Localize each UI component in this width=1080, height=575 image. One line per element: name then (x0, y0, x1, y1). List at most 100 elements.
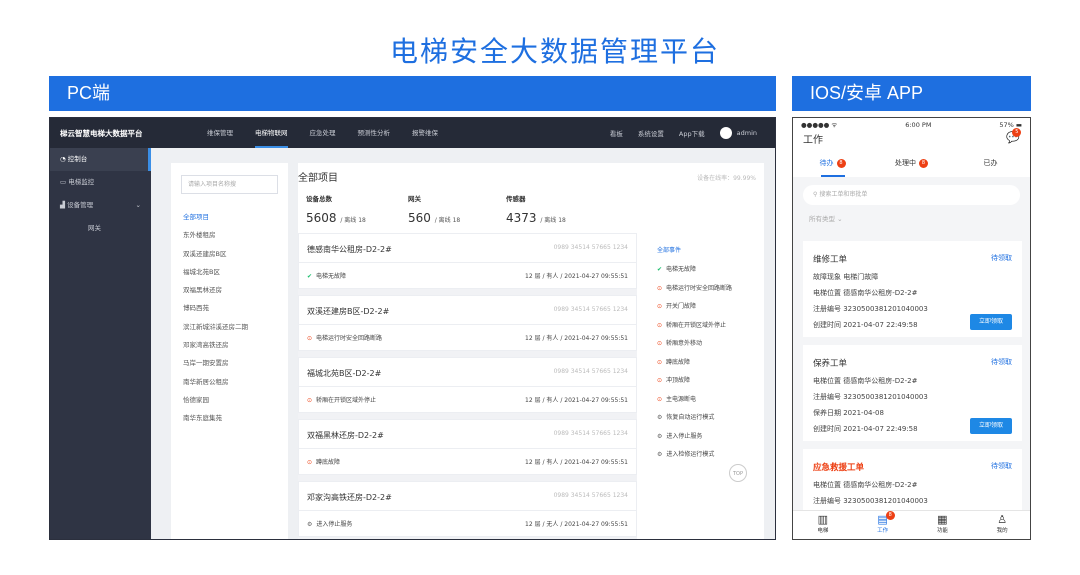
tab-done[interactable]: 已办 (951, 149, 1030, 177)
elevator-card[interactable]: 双溪还建房B区-D2-2# 0989 34514 57665 1234 ⊙ 电梯运… (298, 295, 637, 351)
project-item[interactable]: 双溪还建房B区 (171, 245, 288, 263)
work-order-card[interactable]: 保养工单 待领取 电梯位置 德感南华公租房-D2-2# 注册编号 3230500… (803, 345, 1022, 441)
elevator-card[interactable]: 双福黑林还房-D2-2# 0989 34514 57665 1234 ⊙ 蹲底故障… (298, 419, 637, 475)
elevator-card[interactable]: 福城北苑B区-D2-2# 0989 34514 57665 1234 ⊙ 轿厢在开… (298, 357, 637, 413)
project-item[interactable]: 福城北苑B区 (171, 263, 288, 281)
sidebar-item-monitor[interactable]: ▭ 电梯监控 (50, 171, 151, 194)
pc-band: PC端 (49, 76, 776, 111)
top-nav-bar: 梯云智慧电梯大数据平台 维保管理 电梯物联网 应急处理 预测性分析 报警维保 看… (50, 118, 775, 148)
event-item[interactable]: ⚙ 恢复自动运行模式 (647, 409, 764, 428)
chevron-down-icon: ⌄ (837, 215, 843, 223)
claim-link[interactable]: 待领取 (991, 461, 1012, 471)
service-icon: ⚙ (657, 451, 663, 458)
user-menu[interactable]: admin (719, 127, 757, 139)
tabbar-functions[interactable]: ▦ 功能 (913, 511, 973, 539)
event-item[interactable]: ⊙ 冲顶故障 (647, 372, 764, 391)
sidebar-item-dashboard[interactable]: ◔ 控制台 (50, 148, 151, 171)
tabbar-work[interactable]: ▤ 工作 8 (853, 511, 913, 539)
alert-circle-icon: ⊙ (657, 395, 663, 403)
signal-icon: ●●●●● ᯤ (801, 121, 838, 129)
dashboard-icon: ◔ (60, 155, 68, 163)
sidebar-item-devices[interactable]: ▟ 设备管理 ⌄ (50, 194, 151, 217)
tab-todo[interactable]: 待办 8 (793, 149, 872, 177)
nav-item-active[interactable]: 电梯物联网 (255, 118, 288, 148)
app-screen: ●●●●● ᯤ 6:00 PM 57% ▬ 工作 💬 5 待办 8 处理中 8 已办 … (792, 117, 1031, 540)
tab-in-progress[interactable]: 处理中 8 (872, 149, 951, 177)
document-icon: ▤ (877, 513, 888, 526)
project-item[interactable]: 全部项目 (171, 208, 288, 226)
event-item[interactable]: ⊙ 电梯运行时安全回路断路 (647, 280, 764, 299)
back-to-top-button[interactable]: TOP (729, 464, 747, 482)
type-filter-select[interactable]: 所有类型 ⌄ (793, 205, 1030, 229)
event-item[interactable]: ⊙ 蹲底故障 (647, 354, 764, 373)
event-item[interactable]: ⚙ 进入检修运行模式 (647, 446, 764, 465)
nav-item[interactable]: 预测性分析 (358, 118, 391, 148)
claim-button[interactable]: 立即领取 (970, 418, 1012, 434)
tabbar-elevator[interactable]: ▥ 电梯 (793, 511, 853, 539)
project-item[interactable]: 滨江新城浒溪还房二期 (171, 318, 288, 336)
user-avatar-icon (719, 127, 732, 139)
event-item[interactable]: ⊙ 轿厢在开锁区域外停止 (647, 317, 764, 336)
project-list-panel: 请输入项目名称搜 全部项目 东外楼租房 双溪还建房B区 福城北苑B区 双福黑林还… (171, 163, 288, 539)
event-item[interactable]: ✔ 电梯无故障 (647, 261, 764, 280)
project-item[interactable]: 邓家湾高铁还房 (171, 336, 288, 354)
main-content: 全部项目 设备在线率：99.99% 设备总数 5608 / 离线 18 网关 5… (298, 163, 764, 539)
event-item[interactable]: ⊙ 开关门故障 (647, 298, 764, 317)
tabbar-profile[interactable]: ♙ 我的 (972, 511, 1030, 539)
claim-link[interactable]: 待领取 (991, 357, 1012, 367)
alert-circle-icon: ⊙ (657, 358, 663, 366)
claim-link[interactable]: 待领取 (991, 253, 1012, 263)
work-order-card[interactable]: 维修工单 待领取 故障现象 电梯门故障 电梯位置 德感南华公租房-D2-2# 注… (803, 241, 1022, 337)
event-item[interactable]: ⊙ 轿厢意外移动 (647, 335, 764, 354)
alert-circle-icon: ⊙ (657, 340, 663, 347)
main-title: 全部项目 (298, 173, 338, 184)
project-item[interactable]: 南华新居公租房 (171, 373, 288, 391)
elevator-card[interactable]: 邓家沟高铁还房-D2-2# 0989 34514 57665 1234 ⚙ 进入停… (298, 481, 637, 537)
alert-circle-icon: ⊙ (657, 377, 663, 384)
bottom-tab-bar: ▥ 电梯 ▤ 工作 8 ▦ 功能 ♙ 我的 (793, 510, 1030, 539)
elevator-icon: ▥ (817, 513, 829, 526)
online-rate: 设备在线率：99.99% (697, 175, 756, 182)
pc-screen: 梯云智慧电梯大数据平台 维保管理 电梯物联网 应急处理 预测性分析 报警维保 看… (49, 117, 776, 540)
sidebar: ◔ 控制台 ▭ 电梯监控 ▟ 设备管理 ⌄ 网关 (50, 148, 151, 539)
main-nav: 维保管理 电梯物联网 应急处理 预测性分析 报警维保 (207, 118, 460, 148)
top-right-menu: 看板 系统设置 App下载 admin (595, 118, 757, 148)
sidebar-subitem-gateway[interactable]: 网关 (50, 217, 151, 240)
menu-app-download[interactable]: App下载 (679, 128, 705, 138)
project-item[interactable]: 东外楼租房 (171, 226, 288, 244)
stat-gateways: 网关 560 / 离线 18 (408, 195, 461, 225)
message-badge: 5 (1012, 128, 1022, 137)
stat-devices: 设备总数 5608 / 离线 18 (306, 195, 366, 225)
battery-indicator: 57% ▬ (999, 120, 1022, 129)
events-title[interactable]: 全部事件 (647, 233, 764, 261)
project-item[interactable]: 南华东庭集苑 (171, 409, 288, 427)
alert-circle-icon: ⊙ (307, 459, 313, 466)
app-band: IOS/安卓 APP (792, 76, 1031, 111)
menu-settings[interactable]: 系统设置 (638, 128, 664, 138)
order-search-input[interactable]: ⚲ 搜索工单和审批单 (803, 185, 1020, 205)
claim-button[interactable]: 立即领取 (970, 314, 1012, 330)
elevator-card[interactable]: 德感南华公租房-D2-2# 0989 34514 57665 1234 ✔ 电梯无… (298, 233, 637, 289)
app-tabs: 待办 8 处理中 8 已办 (793, 149, 1030, 177)
nav-item[interactable]: 报警维保 (412, 118, 438, 148)
project-search-input[interactable]: 请输入项目名称搜 (181, 175, 278, 194)
project-item[interactable]: 恰德家园 (171, 391, 288, 409)
project-item[interactable]: 博码西苑 (171, 299, 288, 317)
nav-item[interactable]: 应急处理 (310, 118, 336, 148)
event-item[interactable]: ⊙ 主电源断电 (647, 391, 764, 410)
user-name: admin (736, 129, 757, 137)
project-item[interactable]: 马岸一期安置房 (171, 354, 288, 372)
menu-dashboard[interactable]: 看板 (610, 128, 623, 138)
stat-sensors: 传感器 4373 / 离线 18 (506, 195, 566, 225)
message-icon[interactable]: 💬 5 (1006, 128, 1022, 144)
app-header: 工作 💬 5 (793, 128, 1030, 149)
event-item[interactable]: ⚙ 进入停止服务 (647, 428, 764, 447)
check-circle-icon: ✔ (657, 266, 663, 273)
project-item[interactable]: 双福黑林还房 (171, 281, 288, 299)
nav-item[interactable]: 维保管理 (207, 118, 233, 148)
work-order-card[interactable]: 应急救援工单 待领取 电梯位置 德感南华公租房-D2-2# 注册编号 32305… (803, 449, 1022, 519)
status-bar: ●●●●● ᯤ 6:00 PM 57% ▬ (793, 118, 1030, 131)
events-panel: 全部事件 ✔ 电梯无故障 ⊙ 电梯运行时安全回路断路 ⊙ 开关门故障 ⊙ 轿厢在开锁区域… (647, 233, 764, 539)
alert-circle-icon: ⊙ (657, 303, 663, 310)
alert-circle-icon: ⊙ (657, 321, 663, 329)
